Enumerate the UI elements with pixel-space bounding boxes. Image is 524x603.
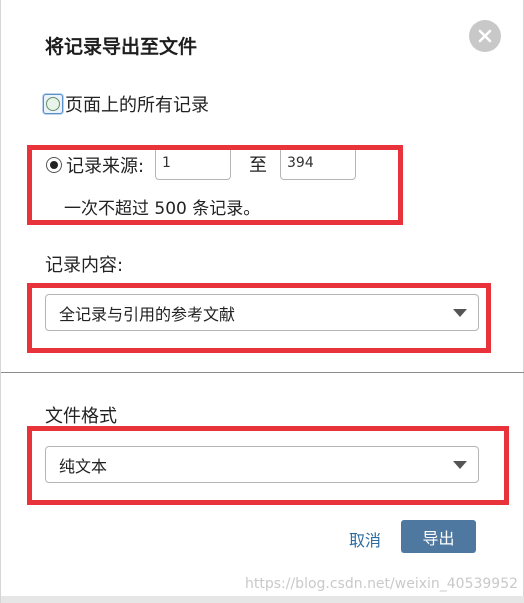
file-format-label: 文件格式 (45, 406, 117, 427)
export-dialog: 将记录导出至文件 页面上的所有记录 记录来源: 至 一次不超过 500 条记录。… (0, 0, 524, 603)
cancel-button[interactable]: 取消 (349, 527, 381, 551)
watermark: https://blog.csdn.net/weixin_40539952 (245, 576, 519, 592)
annotation-box-format (27, 426, 509, 505)
dialog-title: 将记录导出至文件 (45, 36, 198, 58)
close-button[interactable] (469, 20, 501, 52)
all-records-label: 页面上的所有记录 (65, 95, 209, 116)
record-content-label: 记录内容: (45, 255, 124, 276)
annotation-box-range (27, 145, 403, 225)
annotation-box-content (27, 283, 491, 353)
all-records-option[interactable]: 页面上的所有记录 (43, 91, 209, 117)
export-button[interactable]: 导出 (401, 520, 476, 553)
divider (1, 372, 524, 373)
all-records-radio[interactable] (43, 94, 63, 114)
bottom-strip (1, 596, 524, 603)
close-icon (478, 29, 492, 43)
